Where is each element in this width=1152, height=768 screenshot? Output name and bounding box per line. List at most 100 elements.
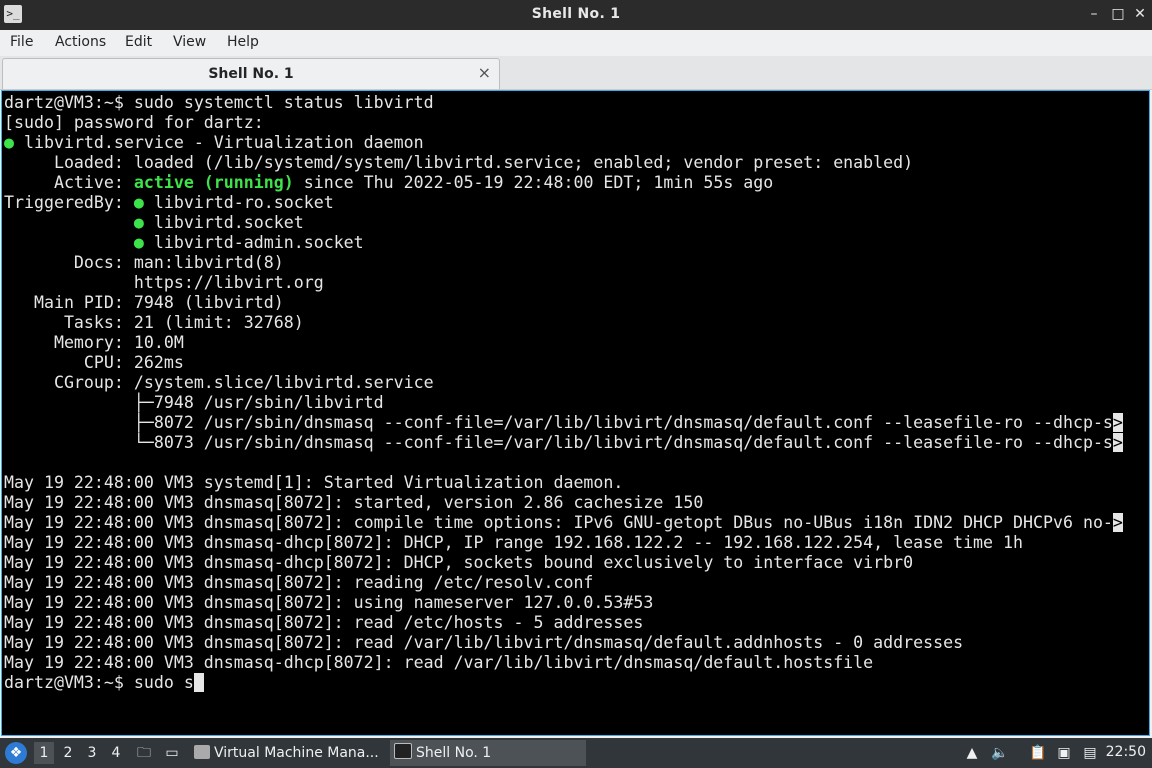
terminal-text: https://libvirt.org: [4, 273, 324, 292]
terminal-text: libvirtd.service - Virtualization daemon: [14, 133, 424, 152]
status-dot-icon: ●: [133, 193, 144, 212]
network-icon[interactable]: ▣: [1054, 743, 1074, 763]
truncation-marker: >: [1112, 413, 1123, 432]
terminal-line: [sudo] password for dartz:: [4, 113, 1149, 133]
terminal-text: CPU: 262ms: [4, 353, 184, 372]
terminal-line: CPU: 262ms: [4, 353, 1149, 373]
task-shell[interactable]: Shell No. 1: [390, 740, 586, 766]
status-dot-icon: ●: [4, 133, 14, 152]
clipboard-icon[interactable]: 📋: [1028, 743, 1048, 763]
terminal-window: >_ Shell No. 1 – □ ✕ File Actions Edit V…: [0, 0, 1152, 738]
terminal-text: May 19 22:48:00 VM3 dnsmasq[8072]: compi…: [4, 513, 1113, 532]
terminal-line: Memory: 10.0M: [4, 333, 1149, 353]
clock[interactable]: 22:50: [1106, 744, 1146, 760]
truncation-marker: >: [1112, 433, 1123, 452]
title-bar[interactable]: >_ Shell No. 1 – □ ✕: [0, 0, 1152, 30]
maximize-button[interactable]: □: [1108, 4, 1128, 24]
close-button[interactable]: ✕: [1130, 4, 1150, 24]
terminal-line: ├─8072 /usr/sbin/dnsmasq --conf-file=/va…: [4, 413, 1149, 433]
terminal-line: ├─7948 /usr/sbin/libvirtd: [4, 393, 1149, 413]
start-menu-icon[interactable]: ❖: [5, 742, 27, 764]
terminal-text: dartz@VM3:~$ sudo systemctl status libvi…: [4, 93, 434, 112]
tab-bar: Shell No. 1 ×: [0, 56, 1152, 90]
truncation-marker: >: [1112, 513, 1123, 532]
task-label: Shell No. 1: [416, 745, 492, 761]
terminal-text: ├─7948 /usr/sbin/libvirtd: [4, 393, 384, 412]
terminal-line: May 19 22:48:00 VM3 systemd[1]: Started …: [4, 473, 1149, 493]
terminal-line: May 19 22:48:00 VM3 dnsmasq[8072]: start…: [4, 493, 1149, 513]
terminal-line: TriggeredBy: ● libvirtd-ro.socket: [4, 193, 1149, 213]
terminal-text: └─8073 /usr/sbin/dnsmasq --conf-file=/va…: [4, 433, 1113, 452]
status-dot-icon: ●: [133, 233, 144, 252]
terminal-text: May 19 22:48:00 VM3 dnsmasq[8072]: start…: [4, 493, 704, 512]
terminal-text: Docs: man:libvirtd(8): [4, 253, 284, 272]
terminal-line: May 19 22:48:00 VM3 dnsmasq-dhcp[8072]: …: [4, 533, 1149, 553]
terminal-line: dartz@VM3:~$ sudo systemctl status libvi…: [4, 93, 1149, 113]
menu-bar: File Actions Edit View Help: [0, 30, 1152, 56]
terminal-line: ● libvirtd.service - Virtualization daem…: [4, 133, 1149, 153]
menu-help[interactable]: Help: [227, 34, 259, 50]
task-label: Virtual Machine Mana...: [214, 745, 379, 761]
terminal-text: libvirtd.socket: [143, 213, 304, 232]
terminal-line: May 19 22:48:00 VM3 dnsmasq[8072]: read …: [4, 633, 1149, 653]
terminal-line: May 19 22:48:00 VM3 dnsmasq-dhcp[8072]: …: [4, 553, 1149, 573]
terminal-text: Tasks: 21 (limit: 32768): [4, 313, 304, 332]
desktop-3-button[interactable]: 3: [82, 742, 102, 764]
virt-manager-icon: [194, 745, 210, 759]
terminal-text: May 19 22:48:00 VM3 dnsmasq[8072]: read …: [4, 613, 644, 632]
volume-icon[interactable]: 🔈: [990, 743, 1010, 763]
terminal-cursor: [193, 673, 204, 692]
terminal-line: CGroup: /system.slice/libvirtd.service: [4, 373, 1149, 393]
terminal-text: May 19 22:48:00 VM3 dnsmasq[8072]: readi…: [4, 573, 594, 592]
desktop-4-button[interactable]: 4: [106, 742, 126, 764]
menu-actions[interactable]: Actions: [55, 34, 106, 50]
terminal-line: ● libvirtd.socket: [4, 213, 1149, 233]
terminal-text: libvirtd-ro.socket: [143, 193, 334, 212]
menu-edit[interactable]: Edit: [125, 34, 152, 50]
terminal-line: Tasks: 21 (limit: 32768): [4, 313, 1149, 333]
terminal-line: May 19 22:48:00 VM3 dnsmasq-dhcp[8072]: …: [4, 653, 1149, 673]
terminal-icon: [394, 743, 412, 759]
terminal-text: libvirtd-admin.socket: [143, 233, 364, 252]
show-desktop-icon[interactable]: ▭: [162, 743, 182, 763]
terminal-output: dartz@VM3:~$ sudo systemctl status libvi…: [4, 93, 1149, 693]
status-active-text: active (running): [133, 173, 294, 192]
terminal-text: CGroup: /system.slice/libvirtd.service: [4, 373, 434, 392]
terminal-text: May 19 22:48:00 VM3 dnsmasq[8072]: read …: [4, 633, 964, 652]
task-virt-manager[interactable]: Virtual Machine Mana...: [190, 740, 386, 766]
desktop-2-button[interactable]: 2: [58, 742, 78, 764]
tab-shell-1[interactable]: Shell No. 1 ×: [2, 58, 500, 89]
terminal-line: https://libvirt.org: [4, 273, 1149, 293]
terminal-view[interactable]: dartz@VM3:~$ sudo systemctl status libvi…: [1, 90, 1150, 736]
terminal-text: Memory: 10.0M: [4, 333, 184, 352]
terminal-text: May 19 22:48:00 VM3 systemd[1]: Started …: [4, 473, 624, 492]
terminal-text: TriggeredBy:: [4, 193, 134, 212]
menu-view[interactable]: View: [173, 34, 206, 50]
terminal-line: └─8073 /usr/sbin/dnsmasq --conf-file=/va…: [4, 433, 1149, 453]
terminal-line: May 19 22:48:00 VM3 dnsmasq[8072]: read …: [4, 613, 1149, 633]
menu-file[interactable]: File: [10, 34, 33, 50]
taskbar: ❖ 1 2 3 4 🗀 ▭ Virtual Machine Mana... Sh…: [0, 738, 1152, 768]
terminal-line: ● libvirtd-admin.socket: [4, 233, 1149, 253]
terminal-text: May 19 22:48:00 VM3 dnsmasq-dhcp[8072]: …: [4, 653, 874, 672]
terminal-line: May 19 22:48:00 VM3 dnsmasq[8072]: using…: [4, 593, 1149, 613]
terminal-line: dartz@VM3:~$ sudo s: [4, 673, 1149, 693]
terminal-line: Docs: man:libvirtd(8): [4, 253, 1149, 273]
terminal-line: Main PID: 7948 (libvirtd): [4, 293, 1149, 313]
terminal-line: Active: active (running) since Thu 2022-…: [4, 173, 1149, 193]
notes-icon[interactable]: ▤: [1080, 743, 1100, 763]
terminal-text: Main PID: 7948 (libvirtd): [4, 293, 284, 312]
terminal-text: May 19 22:48:00 VM3 dnsmasq-dhcp[8072]: …: [4, 533, 1024, 552]
terminal-text: May 19 22:48:00 VM3 dnsmasq[8072]: using…: [4, 593, 654, 612]
tray-up-arrow-icon[interactable]: ▲: [962, 743, 982, 763]
window-title: Shell No. 1: [531, 6, 621, 22]
desktop-1-button[interactable]: 1: [34, 742, 54, 764]
terminal-line: May 19 22:48:00 VM3 dnsmasq[8072]: compi…: [4, 513, 1149, 533]
tab-close-icon[interactable]: ×: [478, 63, 491, 82]
minimize-button[interactable]: –: [1084, 4, 1104, 24]
terminal-line: May 19 22:48:00 VM3 dnsmasq[8072]: readi…: [4, 573, 1149, 593]
status-dot-icon: ●: [133, 213, 144, 232]
file-manager-icon[interactable]: 🗀: [134, 743, 154, 763]
terminal-text: dartz@VM3:~$ sudo s: [4, 673, 194, 692]
